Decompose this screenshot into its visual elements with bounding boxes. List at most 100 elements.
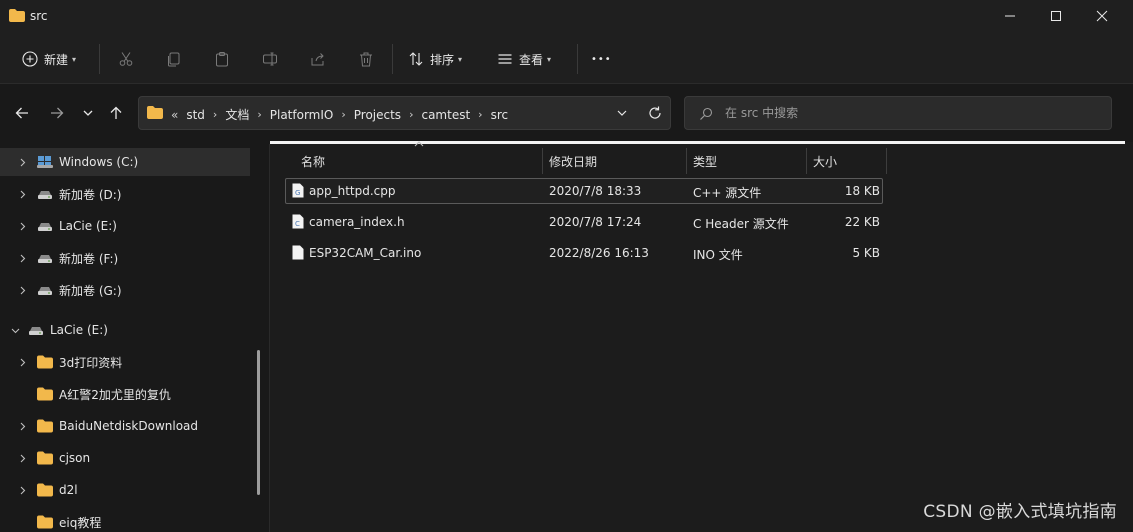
file-size: 5 KB <box>852 246 880 260</box>
sort-button[interactable]: 排序 ▾ <box>408 46 462 72</box>
column-header-modified[interactable]: 修改日期 <box>549 148 597 174</box>
chevron-right-icon[interactable] <box>16 284 28 296</box>
search-box[interactable] <box>684 96 1112 130</box>
sidebar-scrollbar[interactable] <box>257 350 260 495</box>
tree-item-folder[interactable]: BaiduNetdiskDownload <box>0 412 250 440</box>
new-button[interactable]: 新建 ▾ <box>22 46 76 72</box>
column-divider[interactable] <box>886 148 887 174</box>
file-row[interactable]: G app_httpd.cpp 2020/7/8 18:33 C++ 源文件 1… <box>285 178 883 204</box>
chevron-right-icon[interactable] <box>16 356 28 368</box>
address-history-chevron-icon[interactable] <box>615 106 629 120</box>
recent-locations-button[interactable] <box>78 103 98 123</box>
up-button[interactable] <box>106 103 126 123</box>
maximize-icon <box>1051 11 1061 21</box>
chevron-right-icon: › <box>212 108 218 121</box>
column-divider[interactable] <box>806 148 807 174</box>
windows-drive-icon <box>37 156 53 168</box>
tree-item-label: Windows (C:) <box>59 155 139 169</box>
trash-icon <box>360 52 372 67</box>
file-explorer-window: src 新建 ▾ 排序 ▾ 查看 ▾ ••• « std › 文档 › Plat… <box>0 0 1133 532</box>
breadcrumb-item[interactable]: 文档 <box>225 106 249 123</box>
minimize-icon <box>1005 15 1015 17</box>
chevron-down-icon: ▾ <box>547 54 552 64</box>
tree-item-drive-d[interactable]: 新加卷 (D:) <box>0 180 250 208</box>
share-button[interactable] <box>310 46 326 72</box>
breadcrumb-item[interactable]: std <box>186 108 205 122</box>
more-options-button[interactable]: ••• <box>591 46 612 72</box>
chevron-right-icon: › <box>257 108 262 121</box>
minimize-button[interactable] <box>987 0 1033 32</box>
chevron-right-icon[interactable] <box>16 252 28 264</box>
tree-item-label: d2l <box>59 483 78 497</box>
copy-button[interactable] <box>166 46 182 72</box>
column-header-name[interactable]: 名称 <box>301 148 325 174</box>
breadcrumb-overflow[interactable]: « <box>171 108 178 122</box>
breadcrumb-item[interactable]: PlatformIO <box>270 108 334 122</box>
folder-icon <box>37 387 53 401</box>
command-bar: 新建 ▾ 排序 ▾ 查看 ▾ ••• <box>0 34 1133 84</box>
paste-button[interactable] <box>214 46 230 72</box>
tree-item-drive-g[interactable]: 新加卷 (G:) <box>0 276 250 304</box>
tree-item-windows-c[interactable]: Windows (C:) <box>0 148 250 176</box>
drive-icon <box>38 255 52 263</box>
view-button[interactable]: 查看 ▾ <box>497 46 551 72</box>
tree-item-folder[interactable]: d2l <box>0 476 250 504</box>
window-title: src <box>30 9 48 23</box>
chevron-right-icon[interactable] <box>16 452 28 464</box>
navigation-pane: Windows (C:) 新加卷 (D:) LaCie (E:) 新加卷 (F:… <box>0 144 270 532</box>
chevron-right-icon[interactable] <box>16 220 28 232</box>
file-type: INO 文件 <box>693 248 743 262</box>
chevron-right-icon: › <box>478 108 483 121</box>
search-input[interactable] <box>725 103 1095 123</box>
cut-button[interactable] <box>118 46 134 72</box>
address-bar[interactable]: « std › 文档 › PlatformIO › Projects › cam… <box>138 96 671 130</box>
chevron-down-icon: ▾ <box>458 54 463 64</box>
breadcrumb-item[interactable]: Projects <box>354 108 401 122</box>
chevron-right-icon[interactable] <box>16 188 28 200</box>
sort-ascending-icon <box>414 141 424 147</box>
file-modified: 2022/8/26 16:13 <box>549 246 649 260</box>
column-header-type[interactable]: 类型 <box>693 148 717 174</box>
rename-icon <box>263 52 277 66</box>
column-header-size[interactable]: 大小 <box>813 148 837 174</box>
tree-item-drive-e[interactable]: LaCie (E:) <box>0 212 250 240</box>
tree-item-drive-f[interactable]: 新加卷 (F:) <box>0 244 250 272</box>
file-size: 22 KB <box>844 215 880 229</box>
svg-text:C: C <box>295 220 300 228</box>
blank-file-icon <box>292 245 304 260</box>
file-row[interactable]: C camera_index.h 2020/7/8 17:24 C Header… <box>285 209 883 235</box>
chevron-right-icon[interactable] <box>16 156 28 168</box>
drive-icon <box>38 223 52 231</box>
chevron-right-icon[interactable] <box>16 420 28 432</box>
file-list: 名称 修改日期 类型 大小 G app_httpd.cpp 2020/7/8 1… <box>271 141 1133 532</box>
chevron-right-icon[interactable] <box>16 484 28 496</box>
tree-item-lacie-e-expanded[interactable]: LaCie (E:) <box>0 316 250 344</box>
delete-button[interactable] <box>358 46 374 72</box>
column-divider[interactable] <box>542 148 543 174</box>
tree-item-folder[interactable]: 3d打印资料 <box>0 348 250 376</box>
column-divider[interactable] <box>686 148 687 174</box>
back-button[interactable] <box>12 103 32 123</box>
maximize-button[interactable] <box>1033 0 1079 32</box>
watermark: CSDN @嵌入式填坑指南 <box>923 502 1117 522</box>
copy-icon <box>168 52 180 67</box>
toolbar-divider <box>99 44 100 74</box>
file-row[interactable]: ESP32CAM_Car.ino 2022/8/26 16:13 INO 文件 … <box>285 240 883 266</box>
tree-item-folder[interactable]: eiq教程 <box>0 508 250 532</box>
breadcrumb-item[interactable]: src <box>491 108 509 122</box>
toolbar-divider <box>577 44 578 74</box>
tree-item-folder[interactable]: A红警2加尤里的复仇 <box>0 380 250 408</box>
forward-button[interactable] <box>47 103 67 123</box>
paste-icon <box>216 52 228 67</box>
navigation-bar: « std › 文档 › PlatformIO › Projects › cam… <box>0 84 1133 142</box>
chevron-down-icon[interactable] <box>9 324 21 336</box>
refresh-icon[interactable] <box>647 105 663 121</box>
breadcrumb-item[interactable]: camtest <box>421 108 470 122</box>
file-size: 18 KB <box>844 184 880 198</box>
scissors-icon <box>119 52 133 66</box>
tree-item-label: 新加卷 (G:) <box>59 283 122 298</box>
rename-button[interactable] <box>262 46 278 72</box>
close-button[interactable] <box>1079 0 1125 32</box>
title-bar: src <box>0 0 1133 34</box>
tree-item-folder[interactable]: cjson <box>0 444 250 472</box>
